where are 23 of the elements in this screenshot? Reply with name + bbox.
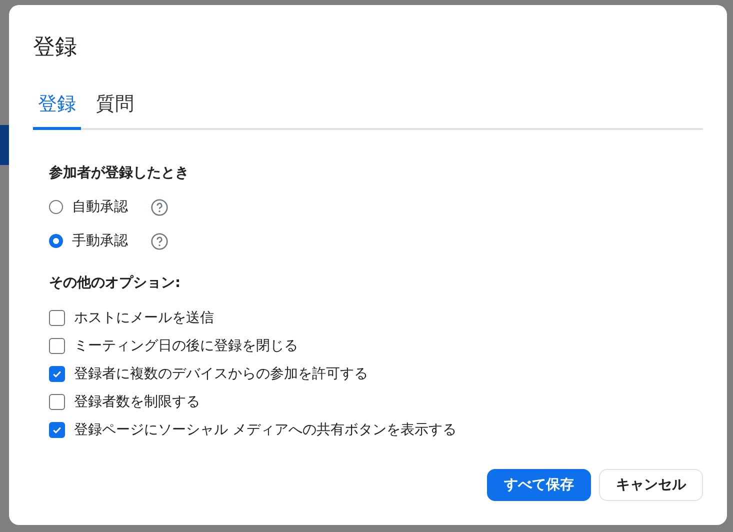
checkbox-label: 登録者に複数のデバイスからの参加を許可する: [74, 365, 368, 383]
radio-button[interactable]: [49, 234, 63, 248]
help-icon[interactable]: [151, 232, 168, 250]
save-button[interactable]: すべて保存: [487, 469, 591, 501]
checkbox-label: ミーティング日の後に登録を閉じる: [74, 337, 298, 355]
radio-button[interactable]: [49, 200, 63, 214]
checkbox-label: 登録者数を制限する: [74, 393, 200, 411]
tab[interactable]: 質問: [91, 91, 139, 130]
checkbox-label: 登録ページにソーシャル メディアへの共有ボタンを表示する: [74, 421, 456, 439]
checkbox[interactable]: [49, 338, 65, 354]
help-icon[interactable]: [151, 198, 168, 216]
checkbox-label: ホストにメールを送信: [74, 309, 214, 327]
radio-label: 手動承認: [72, 232, 128, 250]
cancel-button[interactable]: キャンセル: [599, 469, 703, 501]
tab[interactable]: 登録: [33, 91, 81, 130]
dialog-title: 登録: [33, 34, 78, 62]
checkbox[interactable]: [49, 366, 65, 382]
radio-label: 自動承認: [72, 198, 128, 216]
checkbox[interactable]: [49, 394, 65, 410]
checkbox[interactable]: [49, 422, 65, 438]
section-heading: 参加者が登録したとき: [49, 164, 190, 182]
section-heading: その他のオプション:: [49, 274, 182, 292]
checkbox[interactable]: [49, 310, 65, 326]
